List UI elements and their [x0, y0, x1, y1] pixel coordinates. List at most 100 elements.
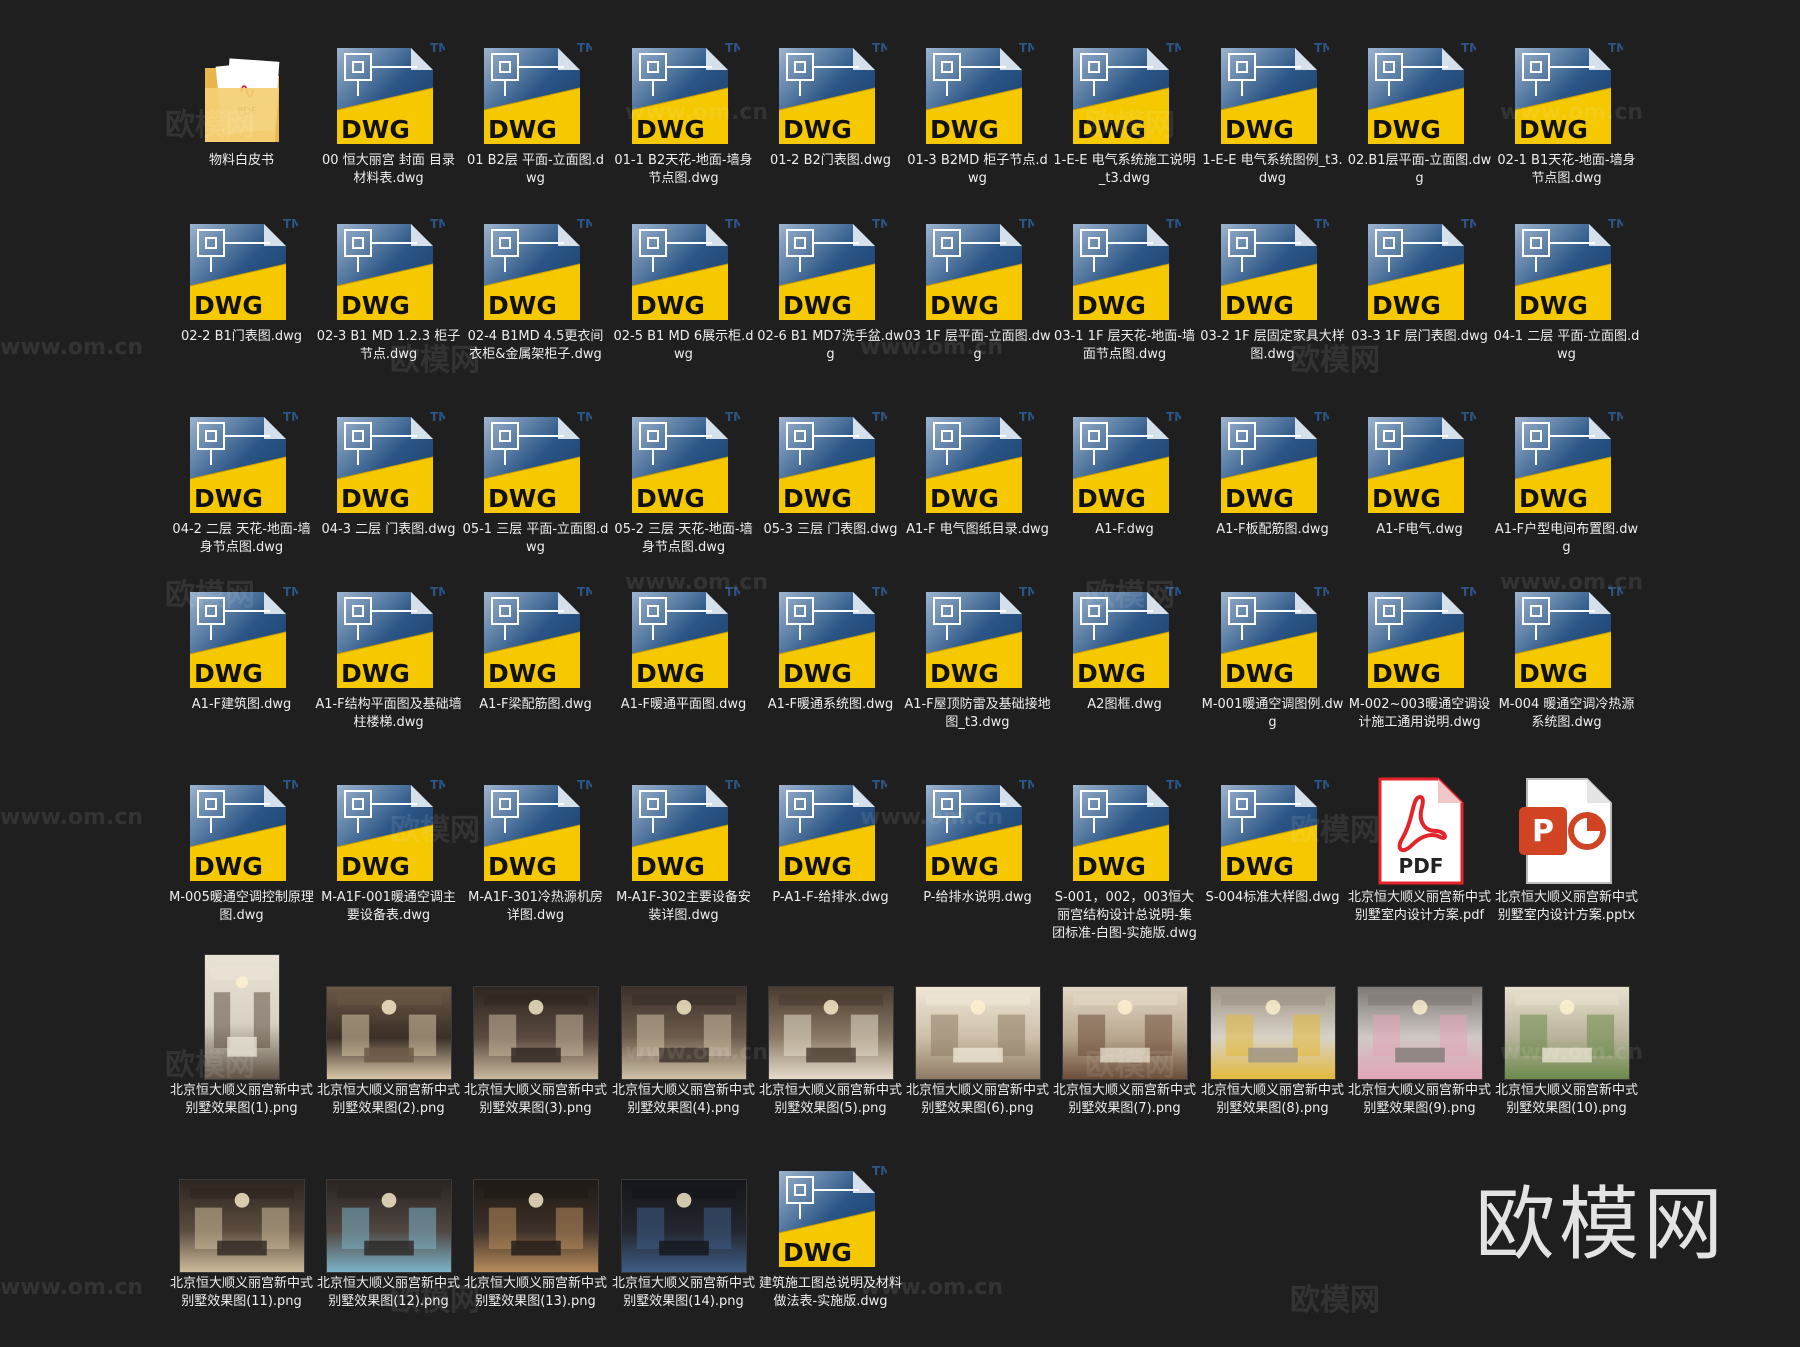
file-item[interactable]: DWG TM 02-2 B1门表图.dwg — [168, 190, 315, 380]
file-name-label: 02-2 B1门表图.dwg — [180, 329, 303, 344]
file-item[interactable]: 北京恒大顺义丽宫新中式别墅效果图(12).png — [315, 1137, 462, 1327]
svg-text:TM: TM — [1019, 585, 1034, 599]
dwg-file-icon: DWG TM — [1051, 14, 1198, 150]
file-name-label: M-005暖通空调控制原理图.dwg — [169, 890, 314, 923]
dwg-file-icon: DWG TM — [168, 190, 315, 326]
file-item[interactable]: 北京恒大顺义丽宫新中式别墅效果图(11).png — [168, 1137, 315, 1327]
file-item[interactable]: DWG TM 05-3 三层 门表图.dwg — [757, 383, 904, 573]
file-item[interactable]: DWG TM A1-F.dwg — [1051, 383, 1198, 573]
svg-text:TM: TM — [1166, 585, 1181, 599]
file-item[interactable]: 北京恒大顺义丽宫新中式别墅效果图(7).png — [1051, 944, 1198, 1134]
svg-text:TM: TM — [1019, 778, 1034, 792]
file-name-label: 01-3 B2MD 柜子节点.dwg — [907, 153, 1048, 186]
file-item[interactable]: P 北京恒大顺义丽宫新中式别墅室内设计方案.pptx — [1493, 751, 1640, 941]
file-item[interactable]: 北京恒大顺义丽宫新中式别墅效果图(5).png — [757, 944, 904, 1134]
file-item[interactable]: DWG TM 02-5 B1 MD 6展示柜.dwg — [610, 190, 757, 380]
file-item[interactable]: DWG TM 02-6 B1 MD7洗手盆.dwg — [757, 190, 904, 380]
file-item[interactable]: DWG TM 04-3 二层 门表图.dwg — [315, 383, 462, 573]
file-name-label: 北京恒大顺义丽宫新中式别墅效果图(10).png — [1494, 1083, 1638, 1116]
dwg-file-icon: DWG TM — [904, 558, 1051, 694]
file-item[interactable]: DWG TM A1-F 电气图纸目录.dwg — [904, 383, 1051, 573]
file-item[interactable]: DWG TM A1-F梁配筋图.dwg — [462, 558, 609, 748]
file-item[interactable]: DWG TM A2图框.dwg — [1051, 558, 1198, 748]
file-item[interactable]: 北京恒大顺义丽宫新中式别墅效果图(1).png — [168, 944, 315, 1134]
svg-text:DWG: DWG — [1372, 115, 1441, 144]
file-item[interactable]: 北京恒大顺义丽宫新中式别墅效果图(8).png — [1199, 944, 1346, 1134]
file-item[interactable]: DWG TM 03-2 1F 层固定家具大样图.dwg — [1199, 190, 1346, 380]
file-item[interactable]: DWG TM M-A1F-001暖通空调主要设备表.dwg — [315, 751, 462, 941]
svg-text:DWG: DWG — [1225, 659, 1294, 688]
file-name-label: M-A1F-001暖通空调主要设备表.dwg — [321, 890, 456, 923]
dwg-file-icon: DWG TM — [757, 751, 904, 887]
file-item[interactable]: DWG TM 04-2 二层 天花-地面-墙身节点图.dwg — [168, 383, 315, 573]
svg-text:TM: TM — [872, 217, 887, 231]
file-item[interactable]: DWG TM 05-2 三层 天花-地面-墙身节点图.dwg — [610, 383, 757, 573]
file-name-label: A1-F暖通系统图.dwg — [767, 697, 894, 712]
file-item[interactable]: DWG TM 02-4 B1MD 4.5更衣间衣柜&金属架柜子.dwg — [462, 190, 609, 380]
file-item[interactable]: DWG TM 02-1 B1天花-地面-墙身节点图.dwg — [1493, 14, 1640, 204]
dwg-file-icon: DWG TM — [610, 14, 757, 150]
file-item[interactable]: DWG TM 1-E-E 电气系统图例_t3.dwg — [1199, 14, 1346, 204]
file-item[interactable]: 北京恒大顺义丽宫新中式别墅效果图(4).png — [610, 944, 757, 1134]
image-thumbnail — [610, 1137, 757, 1275]
svg-text:TM: TM — [283, 585, 298, 599]
file-item[interactable]: DWG TM 1-E-E 电气系统施工说明_t3.dwg — [1051, 14, 1198, 204]
file-item[interactable]: 北京恒大顺义丽宫新中式别墅效果图(2).png — [315, 944, 462, 1134]
file-item[interactable]: DWG TM 02.B1层平面-立面图.dwg — [1346, 14, 1493, 204]
file-item[interactable]: DWG TM 01-1 B2天花-地面-墙身节点图.dwg — [610, 14, 757, 204]
file-item[interactable]: DWG TM 01-2 B2门表图.dwg — [757, 14, 904, 204]
file-name-label: 物料白皮书 — [208, 153, 274, 168]
file-item[interactable]: DWG TM S-001，002，003恒大丽宫结构设计总说明-集团标准-白图-… — [1051, 751, 1198, 941]
file-item[interactable]: DWG TM A1-F暖通系统图.dwg — [757, 558, 904, 748]
file-item[interactable]: DWG TM M-002~003暖通空调设计施工通用说明.dwg — [1346, 558, 1493, 748]
file-name-label: S-004标准大样图.dwg — [1205, 890, 1340, 905]
file-name-label: 05-1 三层 平面-立面图.dwg — [462, 522, 609, 555]
file-item[interactable]: ∿ PDF 物料白皮书 — [168, 14, 315, 204]
file-item[interactable]: DWG TM P-A1-F-给排水.dwg — [757, 751, 904, 941]
dwg-file-icon: DWG TM — [168, 558, 315, 694]
file-item[interactable]: DWG TM M-004 暖通空调冷热源系统图.dwg — [1493, 558, 1640, 748]
svg-text:TM: TM — [430, 217, 445, 231]
file-name-label: 北京恒大顺义丽宫新中式别墅效果图(13).png — [463, 1276, 607, 1309]
file-item[interactable]: DWG TM 03 1F 层平面-立面图.dwg — [904, 190, 1051, 380]
svg-text:DWG: DWG — [194, 484, 263, 513]
file-item[interactable]: DWG TM M-A1F-302主要设备安装详图.dwg — [610, 751, 757, 941]
file-item[interactable]: DWG TM P-给排水说明.dwg — [904, 751, 1051, 941]
file-item[interactable]: DWG TM 建筑施工图总说明及材料做法表-实施版.dwg — [757, 1137, 904, 1327]
file-item[interactable]: DWG TM M-005暖通空调控制原理图.dwg — [168, 751, 315, 941]
file-item[interactable]: DWG TM 03-1 1F 层天花-地面-墙面节点图.dwg — [1051, 190, 1198, 380]
file-item[interactable]: DWG TM 03-3 1F 层门表图.dwg — [1346, 190, 1493, 380]
file-item[interactable]: 北京恒大顺义丽宫新中式别墅效果图(3).png — [462, 944, 609, 1134]
file-item[interactable]: DWG TM 01 B2层 平面-立面图.dwg — [462, 14, 609, 204]
file-item[interactable]: PDF 北京恒大顺义丽宫新中式别墅室内设计方案.pdf — [1346, 751, 1493, 941]
file-item[interactable]: 北京恒大顺义丽宫新中式别墅效果图(6).png — [904, 944, 1051, 1134]
file-item[interactable]: DWG TM 02-3 B1 MD 1.2.3 柜子节点.dwg — [315, 190, 462, 380]
file-item[interactable]: DWG TM A1-F户型电间布置图.dwg — [1493, 383, 1640, 573]
svg-text:TM: TM — [872, 585, 887, 599]
file-item[interactable]: DWG TM 04-1 二层 平面-立面图.dwg — [1493, 190, 1640, 380]
file-item[interactable]: DWG TM A1-F屋顶防雷及基础接地图_t3.dwg — [904, 558, 1051, 748]
file-name-label: 北京恒大顺义丽宫新中式别墅室内设计方案.pdf — [1347, 890, 1491, 923]
file-item[interactable]: 北京恒大顺义丽宫新中式别墅效果图(9).png — [1346, 944, 1493, 1134]
file-item[interactable]: DWG TM S-004标准大样图.dwg — [1199, 751, 1346, 941]
svg-text:DWG: DWG — [1225, 852, 1294, 881]
file-item[interactable]: 北京恒大顺义丽宫新中式别墅效果图(10).png — [1493, 944, 1640, 1134]
file-item[interactable]: DWG TM A1-F电气.dwg — [1346, 383, 1493, 573]
file-item[interactable]: DWG TM 01-3 B2MD 柜子节点.dwg — [904, 14, 1051, 204]
svg-text:TM: TM — [1461, 585, 1476, 599]
file-item[interactable]: DWG TM M-A1F-301冷热源机房详图.dwg — [462, 751, 609, 941]
dwg-file-icon: DWG TM — [904, 383, 1051, 519]
file-item[interactable]: 北京恒大顺义丽宫新中式别墅效果图(14).png — [610, 1137, 757, 1327]
svg-text:DWG: DWG — [194, 659, 263, 688]
file-item[interactable]: 北京恒大顺义丽宫新中式别墅效果图(13).png — [462, 1137, 609, 1327]
file-item[interactable]: DWG TM A1-F建筑图.dwg — [168, 558, 315, 748]
file-item[interactable]: DWG TM A1-F结构平面图及基础墙柱楼梯.dwg — [315, 558, 462, 748]
dwg-file-icon: DWG TM — [1199, 383, 1346, 519]
file-name-label: M-A1F-301冷热源机房详图.dwg — [468, 890, 603, 923]
file-item[interactable]: DWG TM 00 恒大丽宫 封面 目录 材料表.dwg — [315, 14, 462, 204]
file-item[interactable]: DWG TM A1-F板配筋图.dwg — [1199, 383, 1346, 573]
file-item[interactable]: DWG TM A1-F暖通平面图.dwg — [610, 558, 757, 748]
file-item[interactable]: DWG TM M-001暖通空调图例.dwg — [1199, 558, 1346, 748]
svg-text:TM: TM — [1314, 410, 1329, 424]
file-item[interactable]: DWG TM 05-1 三层 平面-立面图.dwg — [462, 383, 609, 573]
